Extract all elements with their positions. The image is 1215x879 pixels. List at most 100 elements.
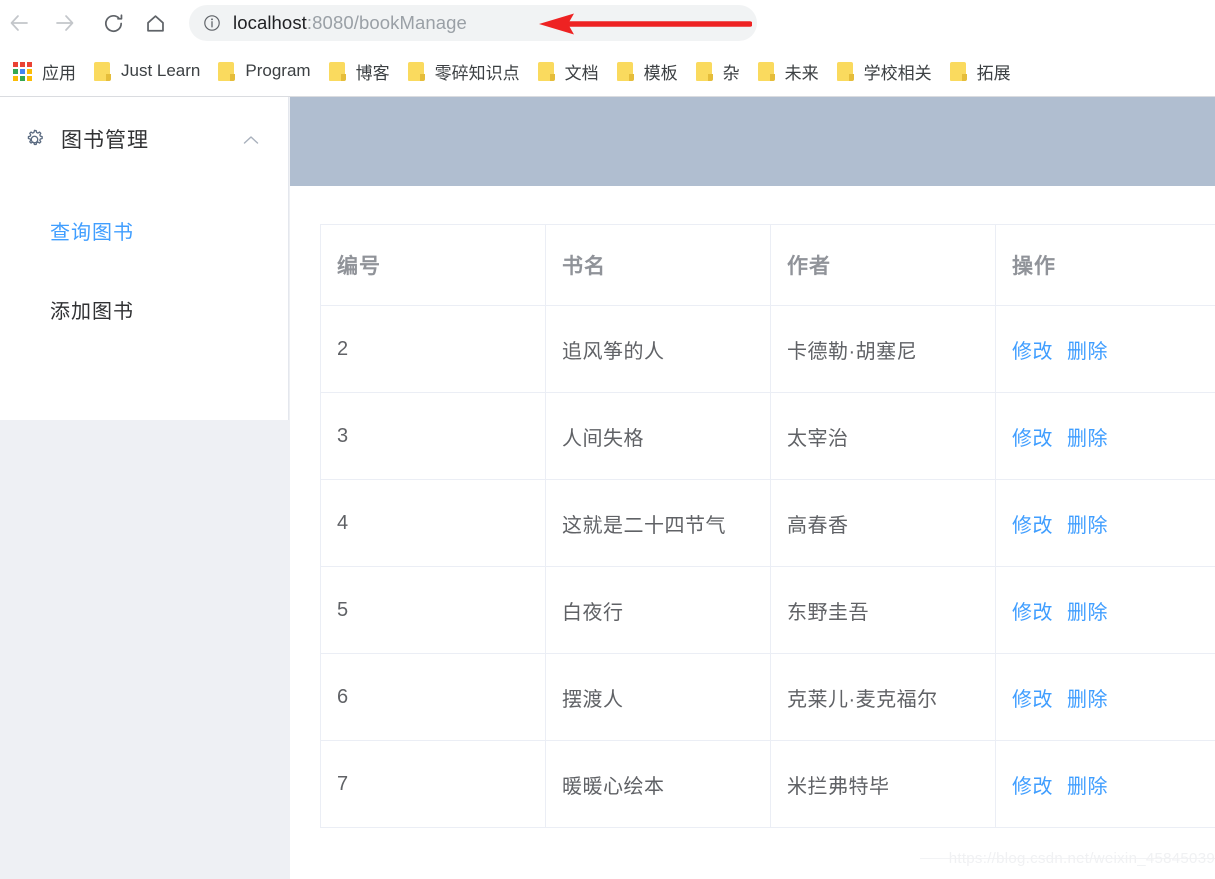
cell-author: 米拦弗特毕 <box>770 740 996 828</box>
sidebar-header[interactable]: 图书管理 <box>0 97 289 181</box>
bookmark-label: 博客 <box>355 63 390 83</box>
browser-chrome: localhost:8080/bookManage 应用 Just Learn … <box>0 0 1215 97</box>
column-header-id: 编号 <box>320 224 546 306</box>
folder-icon <box>757 61 775 81</box>
table-row: 3 人间失格 太宰治 修改 删除 <box>320 392 1215 480</box>
cell-title: 暖暖心绘本 <box>545 740 771 828</box>
edit-link[interactable]: 修改 <box>1012 689 1053 711</box>
bookmark-label: 未来 <box>784 63 819 83</box>
table-header: 编号 书名 作者 操作 <box>320 224 1215 306</box>
bookmark-label: 杂 <box>722 63 740 83</box>
sidebar-title: 图书管理 <box>61 129 149 152</box>
sidebar-item-query-books[interactable]: 查询图书 <box>0 202 289 258</box>
sidebar-item-label: 查询图书 <box>50 221 134 244</box>
edit-link[interactable]: 修改 <box>1012 776 1053 798</box>
forward-button[interactable] <box>50 8 80 38</box>
sidebar: 图书管理 查询图书 添加图书 <box>0 97 289 420</box>
watermark: https://blog.csdn.net/weixin_45845039 <box>948 850 1215 867</box>
edit-link[interactable]: 修改 <box>1012 515 1053 537</box>
table-body: 2 追风筝的人 卡德勒·胡塞尼 修改 删除 3 人间失格 太宰治 修改 删除 4… <box>320 305 1215 828</box>
column-header-author: 作者 <box>770 224 996 306</box>
bookmark-item-extend[interactable]: 拓展 <box>941 54 1020 88</box>
bookmark-item-fragments[interactable]: 零碎知识点 <box>399 54 529 88</box>
edit-link[interactable]: 修改 <box>1012 428 1053 450</box>
bookmark-item-templates[interactable]: 模板 <box>608 54 687 88</box>
content-area: 编号 书名 作者 操作 2 追风筝的人 卡德勒·胡塞尼 修改 删除 3 人间失格… <box>290 97 1215 879</box>
bookmark-item-misc[interactable]: 杂 <box>687 54 749 88</box>
bookmark-item-program[interactable]: Program <box>209 54 319 88</box>
arrow-left-icon <box>10 15 28 31</box>
bookmark-label: 模板 <box>643 63 678 83</box>
cell-title: 摆渡人 <box>545 653 771 741</box>
content-banner <box>290 97 1215 186</box>
cell-id: 2 <box>320 305 546 393</box>
browser-toolbar: localhost:8080/bookManage <box>0 0 1215 46</box>
arrow-right-icon <box>56 15 74 31</box>
cell-id: 3 <box>320 392 546 480</box>
url-host: localhost <box>233 12 307 33</box>
home-icon <box>146 14 164 32</box>
page-body: 图书管理 查询图书 添加图书 编号 书名 作者 操作 2 追风筝的人 卡德勒·胡… <box>0 97 1215 879</box>
cell-title: 追风筝的人 <box>545 305 771 393</box>
folder-icon <box>836 61 854 81</box>
bookmark-apps[interactable]: 应用 <box>4 54 85 88</box>
bookmark-item-future[interactable]: 未来 <box>749 54 828 88</box>
delete-link[interactable]: 删除 <box>1067 602 1108 624</box>
cell-id: 7 <box>320 740 546 828</box>
info-circle-icon[interactable] <box>203 14 221 32</box>
cell-author: 卡德勒·胡塞尼 <box>770 305 996 393</box>
delete-link[interactable]: 删除 <box>1067 428 1108 450</box>
url-path: :8080/bookManage <box>306 12 467 33</box>
gear-icon <box>27 129 43 145</box>
folder-icon <box>407 61 425 81</box>
table-row: 7 暖暖心绘本 米拦弗特毕 修改 删除 <box>320 740 1215 828</box>
bookmark-item-school[interactable]: 学校相关 <box>828 54 941 88</box>
folder-icon <box>949 61 967 81</box>
table-header-row: 编号 书名 作者 操作 <box>320 224 1215 306</box>
bookmark-label: 学校相关 <box>863 63 932 83</box>
folder-icon <box>94 61 111 81</box>
bookmark-label: 零碎知识点 <box>434 63 520 83</box>
table-row: 5 白夜行 东野圭吾 修改 删除 <box>320 566 1215 654</box>
bookmark-item-just-learn[interactable]: Just Learn <box>85 54 209 88</box>
delete-link[interactable]: 删除 <box>1067 515 1108 537</box>
cell-title: 白夜行 <box>545 566 771 654</box>
cell-actions: 修改 删除 <box>995 479 1215 567</box>
cell-actions: 修改 删除 <box>995 305 1215 393</box>
cell-id: 5 <box>320 566 546 654</box>
bookmark-label: 文档 <box>564 63 599 83</box>
delete-link[interactable]: 删除 <box>1067 341 1108 363</box>
cell-actions: 修改 删除 <box>995 566 1215 654</box>
home-button[interactable] <box>140 8 170 38</box>
cell-title: 人间失格 <box>545 392 771 480</box>
cell-author: 克莱儿·麦克福尔 <box>770 653 996 741</box>
sidebar-item-label: 添加图书 <box>50 300 134 323</box>
delete-link[interactable]: 删除 <box>1067 776 1108 798</box>
folder-icon <box>218 61 236 81</box>
bookmark-item-docs[interactable]: 文档 <box>529 54 608 88</box>
bookmark-label: Program <box>245 61 311 80</box>
cell-title: 这就是二十四节气 <box>545 479 771 567</box>
cell-id: 6 <box>320 653 546 741</box>
edit-link[interactable]: 修改 <box>1012 341 1053 363</box>
address-bar-url[interactable]: localhost:8080/bookManage <box>233 12 467 34</box>
bookmark-label: 拓展 <box>976 63 1011 83</box>
table-row: 4 这就是二十四节气 高春香 修改 删除 <box>320 479 1215 567</box>
bookmarks-bar: 应用 Just Learn Program 博客 零碎知识点 文档 模板 杂 未… <box>0 46 1215 97</box>
edit-link[interactable]: 修改 <box>1012 602 1053 624</box>
reload-button[interactable] <box>98 8 128 38</box>
reload-icon <box>104 13 122 32</box>
bookmark-item-blog[interactable]: 博客 <box>320 54 399 88</box>
chevron-up-icon[interactable] <box>243 135 259 145</box>
folder-icon <box>537 61 555 81</box>
table-row: 2 追风筝的人 卡德勒·胡塞尼 修改 删除 <box>320 305 1215 393</box>
address-bar[interactable]: localhost:8080/bookManage <box>189 5 757 41</box>
column-header-action: 操作 <box>995 224 1215 306</box>
sidebar-item-add-book[interactable]: 添加图书 <box>0 281 289 337</box>
delete-link[interactable]: 删除 <box>1067 689 1108 711</box>
back-button[interactable] <box>4 8 34 38</box>
cell-author: 高春香 <box>770 479 996 567</box>
cell-author: 太宰治 <box>770 392 996 480</box>
bookmark-label: Just Learn <box>121 61 201 80</box>
cell-actions: 修改 删除 <box>995 392 1215 480</box>
